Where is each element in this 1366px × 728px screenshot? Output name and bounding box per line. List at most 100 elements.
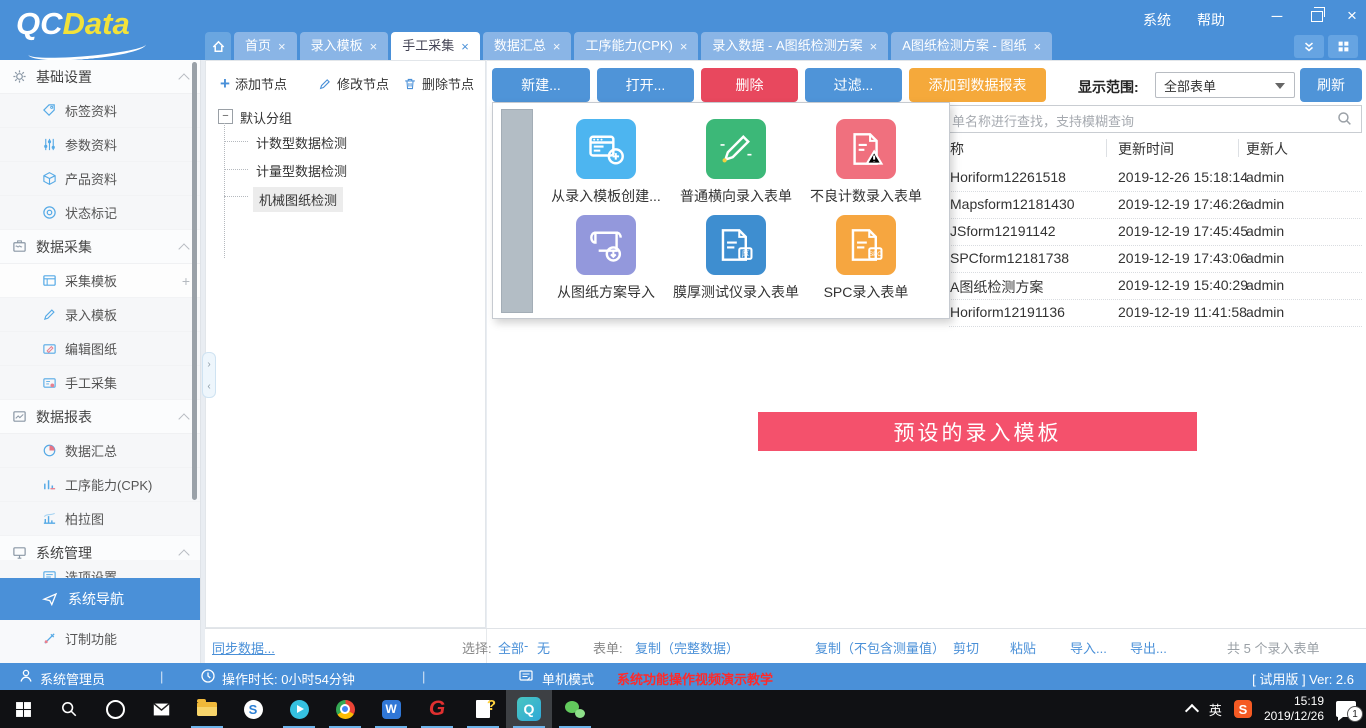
export-link[interactable]: 导出...	[1130, 638, 1167, 657]
col-name[interactable]: 称	[950, 139, 964, 159]
tab-close-icon[interactable]: ×	[370, 40, 378, 53]
popup-item-spc-form[interactable]: SPC SPC录入表单	[796, 215, 936, 302]
delete-button[interactable]: 删除	[701, 68, 798, 102]
col-update-time[interactable]: 更新时间	[1118, 139, 1174, 159]
panel-splitter[interactable]: › ‹	[202, 352, 216, 398]
sogou-input-icon[interactable]: S	[1234, 700, 1252, 718]
tab-cpk[interactable]: 工序能力(CPK)×	[574, 32, 698, 60]
sync-data-link[interactable]: 同步数据...	[212, 638, 275, 657]
refresh-button[interactable]: 刷新	[1300, 68, 1362, 102]
tree-node-measuring[interactable]: 计量型数据检测	[256, 161, 347, 180]
cortana-button[interactable]	[92, 690, 138, 728]
minimize-button[interactable]: ─	[1266, 6, 1288, 26]
tab-homepage[interactable]: 首页×	[234, 32, 297, 60]
copy-full-link[interactable]: 复制（完整数据）	[635, 638, 739, 657]
help-doc-button[interactable]: ?	[460, 690, 506, 728]
tab-entry-data-plan[interactable]: 录入数据 - A图纸检测方案×	[701, 32, 888, 60]
paste-link[interactable]: 粘贴	[1010, 638, 1036, 657]
red-app-button[interactable]: G	[414, 690, 460, 728]
filter-button[interactable]: 过滤...	[805, 68, 902, 102]
tab-manual-collect[interactable]: 手工采集×	[391, 32, 480, 60]
copy-partial-link[interactable]: 复制（不包含测量值）	[815, 638, 945, 657]
notification-center-button[interactable]: 1	[1336, 701, 1356, 717]
mail-app-button[interactable]	[138, 690, 184, 728]
sidebar-item-label-data[interactable]: 标签资料	[0, 94, 200, 128]
edit-node-button[interactable]: 修改节点	[318, 74, 389, 93]
tab-close-icon[interactable]: ×	[553, 40, 561, 53]
wechat-button[interactable]	[552, 690, 598, 728]
qcdata-app-button[interactable]: Q	[506, 690, 552, 728]
tree-collapse-icon[interactable]: −	[218, 109, 233, 124]
hidden-icons-chevron[interactable]	[1185, 703, 1199, 717]
sidebar-item-parameter-data[interactable]: 参数资料	[0, 128, 200, 162]
sidebar-section-basic-settings[interactable]: 基础设置	[0, 60, 200, 94]
sidebar-item-product-data[interactable]: 产品资料	[0, 162, 200, 196]
video-player-button[interactable]	[276, 690, 322, 728]
cut-link[interactable]: 剪切	[953, 638, 979, 657]
tab-entry-template[interactable]: 录入模板×	[300, 32, 389, 60]
tab-close-icon[interactable]: ×	[278, 40, 286, 53]
table-row[interactable]: JSform121911422019-12-19 17:45:45admin	[949, 218, 1362, 246]
tab-home[interactable]	[205, 32, 231, 60]
menu-help[interactable]: 帮助	[1197, 10, 1225, 30]
delete-node-button[interactable]: 删除节点	[403, 74, 474, 93]
tab-close-icon[interactable]: ×	[870, 40, 878, 53]
table-row[interactable]: A图纸检测方案2019-12-19 15:40:29admin	[949, 272, 1362, 300]
menu-system[interactable]: 系统	[1143, 10, 1171, 30]
tab-close-icon[interactable]: ×	[680, 40, 688, 53]
input-language-indicator[interactable]: 英	[1209, 700, 1222, 719]
popup-item-import-from-drawing[interactable]: 从图纸方案导入	[536, 215, 676, 302]
sidebar-scrollbar[interactable]	[192, 62, 197, 500]
tree-node-counting[interactable]: 计数型数据检测	[256, 133, 347, 152]
search-icon[interactable]	[1336, 110, 1353, 127]
sidebar-item-custom-function[interactable]: 订制功能	[0, 620, 200, 656]
open-button[interactable]: 打开...	[597, 68, 694, 102]
sidebar-item-data-summary[interactable]: 数据汇总	[0, 434, 200, 468]
add-node-button[interactable]: + 添加节点	[220, 74, 287, 93]
tab-close-icon[interactable]: ×	[1033, 40, 1041, 53]
popup-item-film-thickness-form[interactable]: 厚 膜厚测试仪录入表单	[666, 215, 806, 302]
sidebar-item-edit-drawing[interactable]: 编辑图纸	[0, 332, 200, 366]
status-promo-link[interactable]: 系统功能操作视频演示教学	[617, 669, 773, 688]
popup-item-horizontal-form[interactable]: 普通横向录入表单	[666, 119, 806, 206]
restore-button[interactable]	[1306, 6, 1328, 26]
file-explorer-button[interactable]	[184, 690, 230, 728]
col-update-user[interactable]: 更新人	[1246, 139, 1288, 159]
sidebar-section-data-collect[interactable]: 数据采集	[0, 230, 200, 264]
select-none-link[interactable]: 无	[537, 638, 550, 657]
popup-item-create-from-template[interactable]: 从录入模板创建...	[536, 119, 676, 206]
sidebar-item-system-nav[interactable]: 系统导航	[0, 578, 200, 620]
chrome-button[interactable]	[322, 690, 368, 728]
tree-node-mechanical-selected[interactable]: 机械图纸检测	[253, 187, 343, 212]
popup-item-defect-count-form[interactable]: 不良计数录入表单	[796, 119, 936, 206]
import-link[interactable]: 导入...	[1070, 638, 1107, 657]
scope-select[interactable]: 全部表单	[1155, 72, 1295, 98]
table-row[interactable]: Mapsform121814302019-12-19 17:46:26admin	[949, 191, 1362, 219]
taskbar-search-button[interactable]	[46, 690, 92, 728]
sidebar-item-cpk[interactable]: 工序能力(CPK)	[0, 468, 200, 502]
tab-close-icon[interactable]: ×	[461, 40, 469, 53]
start-button[interactable]	[0, 690, 46, 728]
add-to-report-button[interactable]: 添加到数据报表	[909, 68, 1046, 102]
s-browser-button[interactable]: S	[230, 690, 276, 728]
tree-root-node[interactable]: 默认分组	[240, 108, 292, 127]
popup-scrollbar[interactable]	[501, 109, 533, 313]
sidebar-item-manual-collect[interactable]: 手工采集	[0, 366, 200, 400]
tab-overflow-button[interactable]	[1294, 35, 1324, 58]
new-button[interactable]: 新建...	[492, 68, 590, 102]
wps-button[interactable]: W	[368, 690, 414, 728]
splitter-right-icon[interactable]: ›	[207, 359, 210, 370]
taskbar-clock[interactable]: 15:19 2019/12/26	[1264, 694, 1324, 724]
tab-plan-drawing[interactable]: A图纸检测方案 - 图纸×	[891, 32, 1052, 60]
tab-data-summary[interactable]: 数据汇总×	[483, 32, 572, 60]
sidebar-item-pareto[interactable]: 柏拉图	[0, 502, 200, 536]
add-node-plus-icon[interactable]: +	[182, 273, 190, 289]
sidebar-item-entry-template[interactable]: 录入模板	[0, 298, 200, 332]
table-row[interactable]: SPCform121817382019-12-19 17:43:06admin	[949, 245, 1362, 273]
sidebar-item-status-mark[interactable]: 状态标记	[0, 196, 200, 230]
splitter-left-icon[interactable]: ‹	[207, 381, 210, 392]
table-row[interactable]: Horiform121911362019-12-19 11:41:58admin	[949, 299, 1362, 327]
sidebar-item-collect-template[interactable]: 采集模板 +	[0, 264, 200, 298]
table-row[interactable]: Horiform122615182019-12-26 15:18:14admin	[949, 164, 1362, 192]
tab-grid-button[interactable]	[1328, 35, 1358, 58]
